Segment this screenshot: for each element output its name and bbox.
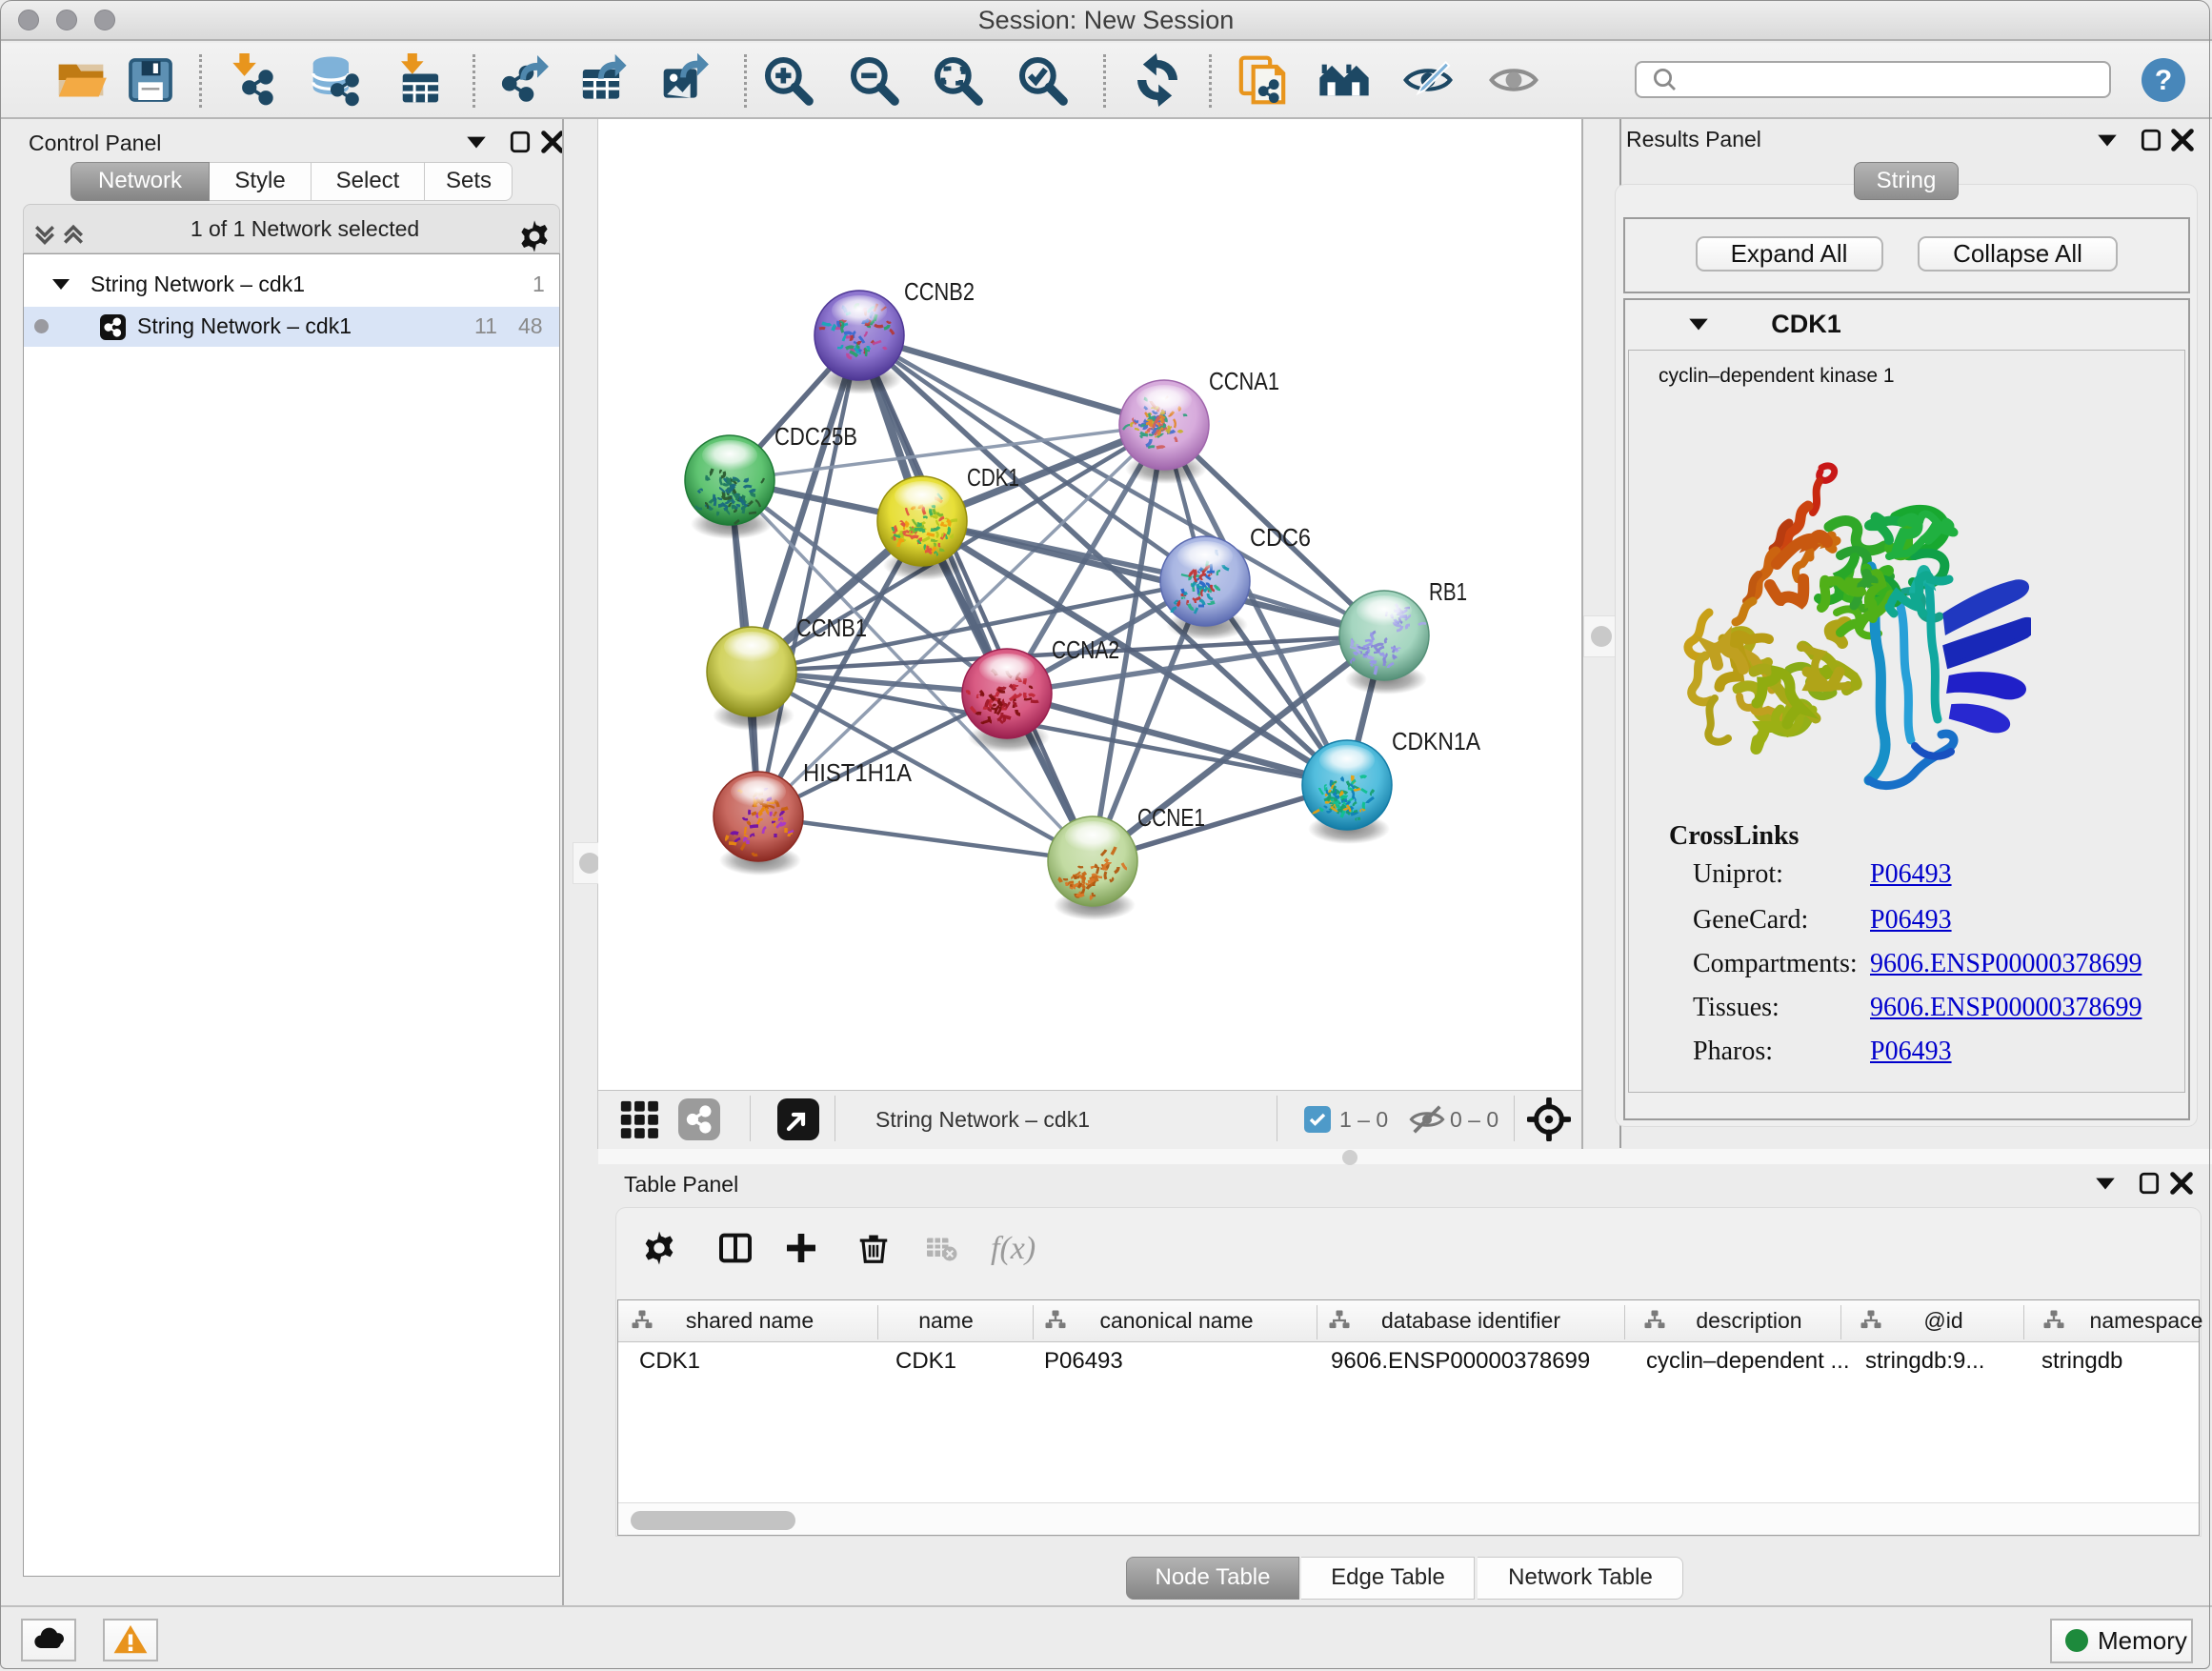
svg-text:CCNA2: CCNA2	[1052, 635, 1119, 664]
svg-text:CCNB1: CCNB1	[796, 614, 867, 642]
svg-text:CCNB2: CCNB2	[904, 277, 975, 306]
svg-text:CDC25B: CDC25B	[774, 422, 857, 451]
svg-text:RB1: RB1	[1429, 577, 1467, 606]
svg-text:HIST1H1A: HIST1H1A	[803, 758, 913, 787]
svg-text:CCNA1: CCNA1	[1209, 367, 1279, 395]
svg-text:CDKN1A: CDKN1A	[1392, 727, 1481, 755]
svg-text:CDC6: CDC6	[1250, 523, 1311, 552]
svg-text:CCNE1: CCNE1	[1137, 803, 1205, 832]
svg-text:CDK1: CDK1	[967, 463, 1019, 492]
